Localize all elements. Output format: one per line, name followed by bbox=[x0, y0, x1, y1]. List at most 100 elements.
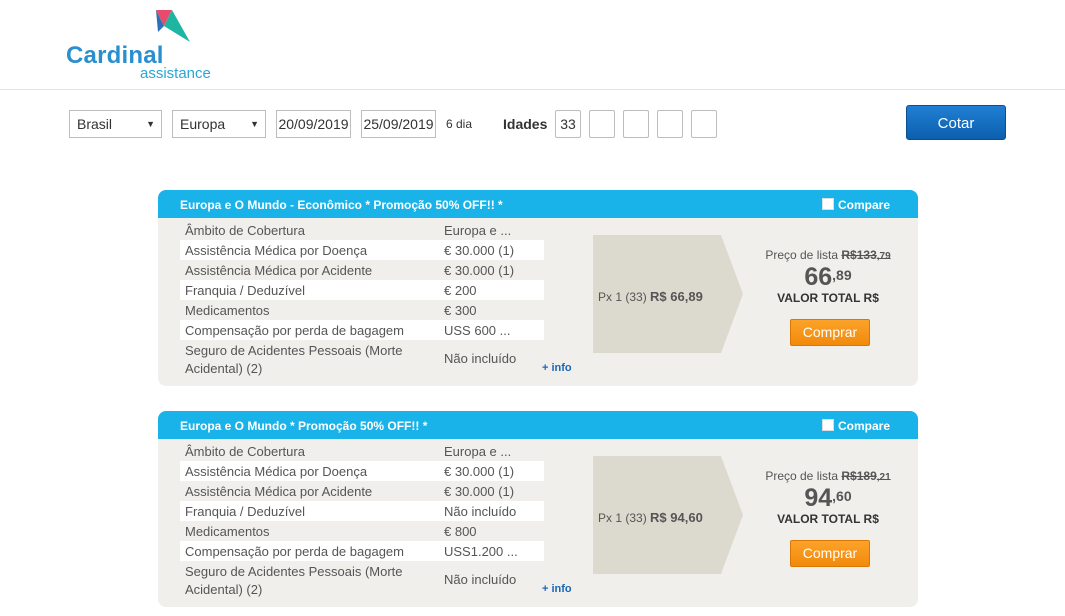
coverage-row: Âmbito de Cobertura Europa e ... bbox=[180, 441, 544, 461]
coverage-label: Medicamentos bbox=[185, 303, 270, 318]
coverage-label: Compensação por perda de bagagem bbox=[185, 323, 404, 338]
quote-button[interactable]: Cotar bbox=[906, 105, 1006, 140]
coverage-row: Seguro de Acidentes Pessoais (Morte Acid… bbox=[180, 340, 544, 378]
coverage-table: Âmbito de Cobertura Europa e ... Assistên… bbox=[180, 441, 544, 599]
coverage-table: Âmbito de Cobertura Europa e ... Assistên… bbox=[180, 220, 544, 378]
coverage-label: Assistência Médica por Doença bbox=[185, 464, 368, 479]
plan-card: Europa e O Mundo * Promoção 50% OFF!! * … bbox=[158, 411, 918, 607]
passenger-label: Px 1 (33) bbox=[598, 290, 647, 304]
coverage-value: Não incluído bbox=[444, 351, 517, 366]
coverage-label: Compensação por perda de bagagem bbox=[185, 544, 404, 559]
total-price: 94,60 bbox=[748, 485, 908, 511]
coverage-value: € 800 bbox=[444, 524, 477, 539]
origin-value: Brasil bbox=[77, 116, 113, 132]
plan-card-header: Europa e O Mundo - Econômico * Promoção … bbox=[158, 190, 918, 218]
coverage-row: Assistência Médica por Doença € 30.000 (1… bbox=[180, 461, 544, 481]
coverage-value: € 30.000 (1) bbox=[444, 243, 515, 258]
total-label: VALOR TOTAL R$ bbox=[777, 291, 879, 305]
chevron-down-icon: ▼ bbox=[146, 119, 155, 129]
coverage-value: Não incluído bbox=[444, 572, 517, 587]
price-decimals: ,89 bbox=[832, 267, 852, 283]
coverage-row: Medicamentos € 800 bbox=[180, 521, 544, 541]
coverage-row: Franquia / Deduzível Não incluído bbox=[180, 501, 544, 521]
compare-label: Compare bbox=[838, 198, 891, 212]
list-price-label: Preço de lista bbox=[765, 248, 839, 262]
coverage-value: € 200 bbox=[444, 283, 477, 298]
cardinal-logo[interactable]: Cardinal assistance bbox=[66, 10, 226, 82]
coverage-value: Europa e ... bbox=[444, 444, 512, 459]
trip-days: 6 dia bbox=[446, 117, 473, 131]
coverage-label: Âmbito de Cobertura bbox=[185, 223, 305, 238]
origin-select[interactable]: Brasil ▼ bbox=[69, 110, 162, 138]
destination-value: Europa bbox=[180, 116, 226, 132]
coverage-value: € 30.000 (1) bbox=[444, 464, 515, 479]
age-input-1[interactable]: 33 bbox=[555, 110, 581, 138]
chevron-down-icon: ▼ bbox=[250, 119, 259, 129]
coverage-value: € 30.000 (1) bbox=[444, 263, 515, 278]
plan-title: Europa e O Mundo * Promoção 50% OFF!! * bbox=[180, 419, 428, 433]
site-header: Cardinal assistance bbox=[0, 0, 1065, 90]
passenger-price: R$ 66,89 bbox=[650, 289, 703, 304]
age-input-2[interactable] bbox=[589, 110, 615, 138]
quote-search-bar: Brasil ▼ Europa ▼ 20/09/2019 25/09/2019 … bbox=[0, 104, 1065, 144]
coverage-value: € 30.000 (1) bbox=[444, 484, 515, 499]
coverage-label: Seguro de Acidentes Pessoais (Morte Acid… bbox=[185, 564, 403, 597]
coverage-label: Assistência Médica por Doença bbox=[185, 243, 368, 258]
coverage-row: Franquia / Deduzível € 200 bbox=[180, 280, 544, 300]
coverage-label: Assistência Médica por Acidente bbox=[185, 484, 373, 499]
checkbox-icon bbox=[822, 198, 834, 210]
plan-card: Europa e O Mundo - Econômico * Promoção … bbox=[158, 190, 918, 386]
ages-label: Idades bbox=[503, 116, 548, 132]
coverage-value: Europa e ... bbox=[444, 223, 512, 238]
price-box: Preço de lista R$133,79 66,89 VALOR TOTA… bbox=[748, 248, 908, 305]
compare-checkbox[interactable]: Compare bbox=[822, 419, 890, 433]
coverage-label: Assistência Médica por Acidente bbox=[185, 263, 373, 278]
coverage-row: Compensação por perda de bagagem USS1.200… bbox=[180, 541, 544, 561]
passenger-summary: Px 1 (33) R$ 66,89 bbox=[598, 289, 703, 304]
destination-select[interactable]: Europa ▼ bbox=[172, 110, 266, 138]
list-price-value: R$189 bbox=[841, 469, 877, 483]
coverage-value: Não incluído bbox=[444, 504, 517, 519]
coverage-row: Seguro de Acidentes Pessoais (Morte Acid… bbox=[180, 561, 544, 599]
plan-title: Europa e O Mundo - Econômico * Promoção … bbox=[180, 198, 503, 212]
coverage-label: Medicamentos bbox=[185, 524, 270, 539]
more-info-link[interactable]: + info bbox=[542, 583, 572, 595]
coverage-label: Franquia / Deduzível bbox=[185, 283, 305, 298]
logo-tagline: assistance bbox=[140, 65, 211, 82]
price-decimals: ,60 bbox=[832, 488, 852, 504]
coverage-row: Assistência Médica por Doença € 30.000 (1… bbox=[180, 240, 544, 260]
compare-checkbox[interactable]: Compare bbox=[822, 198, 890, 212]
coverage-row: Medicamentos € 300 bbox=[180, 300, 544, 320]
passenger-label: Px 1 (33) bbox=[598, 511, 647, 525]
buy-button[interactable]: Comprar bbox=[790, 540, 870, 567]
more-info-link[interactable]: + info bbox=[542, 362, 572, 374]
total-price: 66,89 bbox=[748, 264, 908, 290]
list-price-decimals: ,79 bbox=[876, 251, 891, 262]
age-input-4[interactable] bbox=[657, 110, 683, 138]
coverage-row: Âmbito de Cobertura Europa e ... bbox=[180, 220, 544, 240]
checkbox-icon bbox=[822, 419, 834, 431]
logo-mark-icon bbox=[156, 10, 190, 42]
compare-label: Compare bbox=[838, 419, 891, 433]
price-integer: 94 bbox=[804, 484, 833, 512]
plan-card-header: Europa e O Mundo * Promoção 50% OFF!! * … bbox=[158, 411, 918, 439]
list-price-label: Preço de lista bbox=[765, 469, 839, 483]
passenger-summary: Px 1 (33) R$ 94,60 bbox=[598, 510, 703, 525]
date-from-input[interactable]: 20/09/2019 bbox=[276, 110, 351, 138]
coverage-value: € 300 bbox=[444, 303, 477, 318]
passenger-price: R$ 94,60 bbox=[650, 510, 703, 525]
coverage-row: Assistência Médica por Acidente € 30.000 … bbox=[180, 481, 544, 501]
coverage-label: Âmbito de Cobertura bbox=[185, 444, 305, 459]
date-to-input[interactable]: 25/09/2019 bbox=[361, 110, 436, 138]
list-price: Preço de lista R$189,21 bbox=[748, 469, 908, 483]
coverage-label: Seguro de Acidentes Pessoais (Morte Acid… bbox=[185, 343, 403, 376]
coverage-value: USS1.200 ... bbox=[444, 544, 518, 559]
list-price-value: R$133 bbox=[841, 248, 877, 262]
price-integer: 66 bbox=[804, 263, 833, 291]
buy-button[interactable]: Comprar bbox=[790, 319, 870, 346]
total-label: VALOR TOTAL R$ bbox=[777, 512, 879, 526]
coverage-label: Franquia / Deduzível bbox=[185, 504, 305, 519]
list-price: Preço de lista R$133,79 bbox=[748, 248, 908, 262]
age-input-5[interactable] bbox=[691, 110, 717, 138]
age-input-3[interactable] bbox=[623, 110, 649, 138]
